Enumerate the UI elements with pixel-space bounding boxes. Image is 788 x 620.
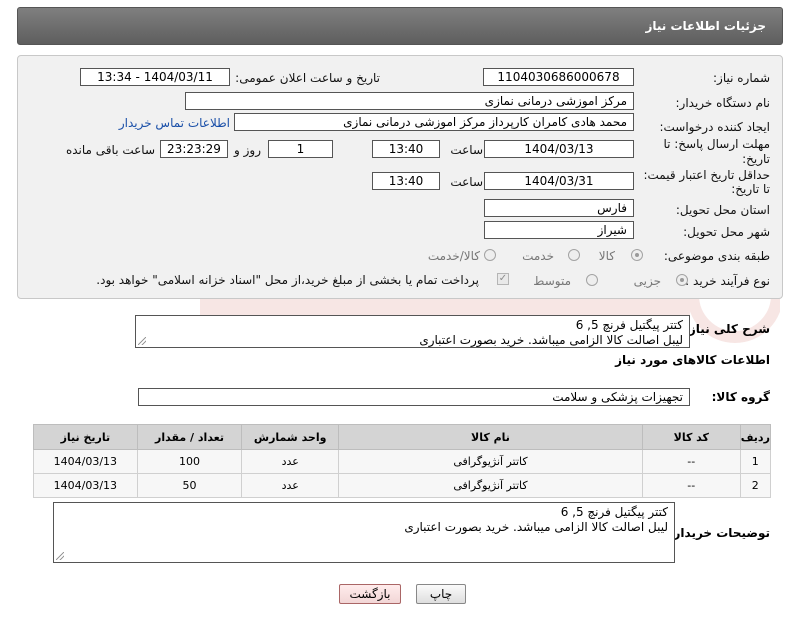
need-number-field: 1104030686000678 (483, 68, 634, 86)
row-unit: عدد (241, 449, 339, 474)
back-button[interactable]: بازگشت (339, 584, 401, 604)
buyer-notes-line-1: کتتر پیگتیل فرنچ 5, 6 (560, 505, 668, 519)
reply-deadline-label: مهلت ارسال پاسخ: تا (663, 137, 770, 151)
category-option-goods-service: کالا/خدمت (427, 249, 480, 263)
buyer-org-field: مرکز اموزشی درمانی نمازی (185, 92, 634, 110)
days-field: 1 (268, 140, 333, 158)
reply-time-field: 13:40 (372, 140, 440, 158)
city-label: شهر محل تحویل: (683, 225, 770, 239)
row-code: -- (641, 473, 741, 498)
price-deadline-label-2: تا تاریخ: (731, 182, 770, 196)
row-unit: عدد (241, 473, 339, 498)
row-qty: 100 (136, 449, 243, 474)
col-date: تاریخ نیاز (33, 424, 138, 450)
print-button[interactable]: چاپ (416, 584, 466, 604)
process-label: نوع فرآیند خرید : (685, 274, 770, 288)
col-index: ردیف (739, 424, 772, 450)
row-date: 1404/03/13 (33, 449, 138, 474)
summary-label: شرح کلی نیاز: (684, 322, 770, 336)
payment-note: پرداخت تمام یا بخشی از مبلغ خرید،از محل … (96, 273, 479, 287)
price-date-field: 1404/03/31 (484, 172, 634, 190)
process-radio-minor[interactable] (676, 274, 688, 286)
contact-info-link[interactable]: اطلاعات تماس خریدار (119, 116, 230, 130)
row-qty: 50 (136, 473, 243, 498)
col-code: کد کالا (641, 424, 741, 450)
table-header-row: ردیف کد کالا نام کالا واحد شمارش تعداد /… (33, 424, 772, 450)
need-number-label: شماره نیاز: (713, 71, 770, 85)
table-row: 1 -- کاتتر آنژیوگرافی عدد 100 1404/03/13 (33, 449, 772, 474)
row-index: 2 (739, 473, 772, 498)
summary-line-2: لیبل اصالت کالا الزامی میباشد. خرید بصور… (419, 333, 683, 347)
row-index: 1 (739, 449, 772, 474)
page-title: جزئیات اطلاعات نیاز (645, 19, 766, 33)
row-name: کاتتر آنژیوگرافی (338, 449, 643, 474)
summary-line-1: کتتر پیگتیل فرنچ 5, 6 (575, 318, 683, 332)
creator-label: ایجاد کننده درخواست: (659, 120, 770, 134)
row-date: 1404/03/13 (33, 473, 138, 498)
price-time-label: ساعت (450, 175, 483, 189)
process-radio-medium[interactable] (586, 274, 598, 286)
days-label: روز و (234, 143, 261, 157)
goods-group-field: تجهیزات پزشکی و سلامت (138, 388, 690, 406)
remaining-label: ساعت باقی مانده (65, 143, 155, 157)
goods-table: ردیف کد کالا نام کالا واحد شمارش تعداد /… (33, 424, 772, 498)
province-label: استان محل تحویل: (675, 203, 770, 217)
category-option-service: خدمت (522, 249, 554, 263)
col-unit: واحد شمارش (241, 424, 339, 450)
category-radio-goods[interactable] (631, 249, 643, 261)
buyer-notes-textarea[interactable]: کتتر پیگتیل فرنچ 5, 6 لیبل اصالت کالا ال… (53, 502, 675, 563)
price-deadline-label: حداقل تاریخ اعتبار قیمت: (643, 168, 770, 182)
creator-field: محمد هادی کامران کارپرداز مرکز اموزشی در… (234, 113, 634, 131)
reply-date-field: 1404/03/13 (484, 140, 634, 158)
goods-section-title: اطلاعات کالاهای مورد نیاز (615, 353, 770, 367)
summary-textarea[interactable]: کتتر پیگتیل فرنچ 5, 6 لیبل اصالت کالا ال… (135, 315, 690, 348)
row-name: کاتتر آنژیوگرافی (338, 473, 643, 498)
page-header: جزئیات اطلاعات نیاز (17, 7, 783, 45)
announce-field: 1404/03/11 - 13:34 (80, 68, 230, 86)
col-name: نام کالا (338, 424, 643, 450)
announce-label: تاریخ و ساعت اعلان عمومی: (235, 71, 380, 85)
city-field: شیراز (484, 221, 634, 239)
process-option-minor: جزیی (633, 274, 661, 288)
col-qty: تعداد / مقدار (136, 424, 243, 450)
price-time-field: 13:40 (372, 172, 440, 190)
category-radio-goods-service[interactable] (484, 249, 496, 261)
buyer-org-label: نام دستگاه خریدار: (675, 96, 771, 110)
payment-checkbox[interactable]: ✓ (497, 273, 509, 285)
province-field: فارس (484, 199, 634, 217)
goods-group-label: گروه کالا: (711, 390, 770, 404)
category-label: طبقه بندی موضوعی: (663, 249, 770, 263)
process-option-medium: متوسط (533, 274, 571, 288)
category-option-goods: کالا (598, 249, 615, 263)
remaining-time-field: 23:23:29 (160, 140, 228, 158)
row-code: -- (641, 449, 741, 474)
reply-deadline-label-2: تاریخ: (742, 152, 770, 166)
table-row: 2 -- کاتتر آنژیوگرافی عدد 50 1404/03/13 (33, 473, 772, 498)
resize-grip-icon[interactable] (138, 337, 146, 345)
category-radio-service[interactable] (568, 249, 580, 261)
buyer-notes-label: توضیحات خریدار: (668, 526, 770, 540)
resize-grip-icon[interactable] (56, 552, 64, 560)
reply-time-label: ساعت (450, 143, 483, 157)
buyer-notes-line-2: لیبل اصالت کالا الزامی میباشد. خرید بصور… (404, 520, 668, 534)
